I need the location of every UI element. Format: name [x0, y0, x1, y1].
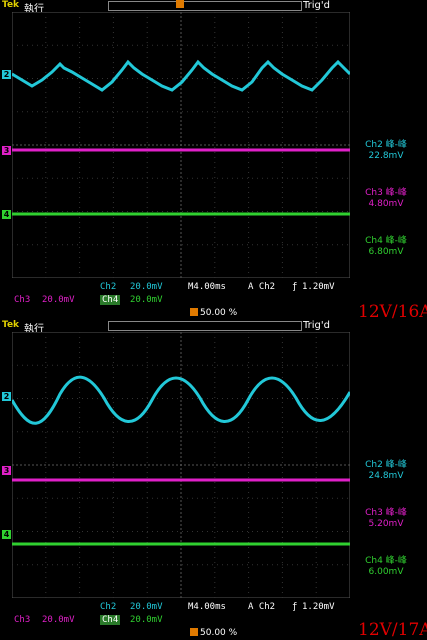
waveform-graticule: [12, 12, 350, 278]
ch4-scale[interactable]: 20.0mV: [130, 615, 163, 625]
ch2-marker[interactable]: 2: [2, 70, 11, 79]
trigger-slope-icon: ƒ: [292, 282, 298, 292]
trigger-position-icon: [190, 308, 198, 316]
ch4-scale[interactable]: 20.0mV: [130, 295, 163, 305]
trigger-level[interactable]: 1.20mV: [302, 602, 335, 612]
measurement-ch4: Ch4 峰-峰 6.00mV: [360, 556, 412, 578]
ch2-scale[interactable]: 20.0mV: [130, 282, 163, 292]
ch3-marker[interactable]: 3: [2, 466, 11, 475]
trigger-level[interactable]: 1.20mV: [302, 282, 335, 292]
measurement-value: 5.20mV: [368, 519, 404, 529]
trigger-position-icon: [176, 0, 184, 8]
waveform-graticule: [12, 332, 350, 598]
condition-label: 12V/17A: [358, 620, 427, 640]
scope-panel-top: Tek 執行 Trig'd 2 3 4 Ch2 峰-峰 22.8mV Ch3 峰…: [0, 0, 427, 322]
trigger-position-bottom: 50.00 %: [190, 628, 237, 638]
settings-bar: Ch2 20.0mV M4.00ms A Ch2 ƒ 1.20mV: [0, 602, 427, 614]
record-view-bar: [108, 321, 302, 331]
measurement-label: Ch4 峰-峰: [365, 236, 407, 246]
tek-logo: Tek: [2, 0, 20, 10]
measurement-label: Ch3 峰-峰: [365, 188, 407, 198]
ch3-label[interactable]: Ch3: [14, 615, 31, 625]
measurement-ch2: Ch2 峰-峰 22.8mV: [360, 140, 412, 162]
ch3-label[interactable]: Ch3: [14, 295, 31, 305]
trigger-position: 50.00 %: [190, 308, 237, 318]
measurement-ch4: Ch4 峰-峰 6.80mV: [360, 236, 412, 258]
ch2-label[interactable]: Ch2: [100, 282, 116, 292]
status-bar: Tek 執行 Trig'd: [0, 320, 427, 335]
trigger-position-value: 50.00 %: [200, 308, 238, 318]
trigger-source[interactable]: A Ch2: [248, 602, 275, 612]
measurement-value: 22.8mV: [368, 151, 404, 161]
ch3-scale[interactable]: 20.0mV: [42, 295, 75, 305]
measurement-value: 6.80mV: [368, 247, 404, 257]
scope-panel-bottom: Tek 執行 Trig'd 50.00 % 2 3 4 Ch2 峰-峰 24.8…: [0, 308, 427, 640]
ch3-scale[interactable]: 20.0mV: [42, 615, 75, 625]
ch3-marker[interactable]: 3: [2, 146, 11, 155]
ch4-marker[interactable]: 4: [2, 210, 11, 219]
record-view-bar: [108, 1, 302, 11]
measurement-ch3: Ch3 峰-峰 5.20mV: [360, 508, 412, 530]
timebase[interactable]: M4.00ms: [188, 602, 226, 612]
ch4-marker[interactable]: 4: [2, 530, 11, 539]
ch2-marker[interactable]: 2: [2, 392, 11, 401]
measurement-label: Ch4 峰-峰: [365, 556, 407, 566]
trigger-status: Trig'd: [303, 320, 330, 331]
trigger-status: Trig'd: [303, 0, 330, 11]
ch4-label[interactable]: Ch4: [100, 615, 121, 625]
measurement-ch2: Ch2 峰-峰 24.8mV: [360, 460, 412, 482]
measurement-label: Ch2 峰-峰: [365, 460, 407, 470]
trigger-source[interactable]: A Ch2: [248, 282, 275, 292]
measurement-value: 24.8mV: [368, 471, 404, 481]
measurement-label: Ch2 峰-峰: [365, 140, 407, 150]
condition-label: 12V/16A: [358, 302, 427, 322]
trigger-position-value: 50.00 %: [200, 628, 238, 638]
measurement-label: Ch3 峰-峰: [365, 508, 407, 518]
measurement-value: 4.80mV: [368, 199, 404, 209]
status-bar: Tek 執行 Trig'd: [0, 0, 427, 15]
trigger-slope-icon: ƒ: [292, 602, 298, 612]
settings-bar: Ch2 20.0mV M4.00ms A Ch2 ƒ 1.20mV: [0, 282, 427, 294]
ch4-label[interactable]: Ch4: [100, 295, 121, 305]
ch2-label[interactable]: Ch2: [100, 602, 116, 612]
tek-logo: Tek: [2, 320, 20, 330]
ch2-scale[interactable]: 20.0mV: [130, 602, 163, 612]
timebase[interactable]: M4.00ms: [188, 282, 226, 292]
trigger-position-icon: [190, 628, 198, 636]
measurement-ch3: Ch3 峰-峰 4.80mV: [360, 188, 412, 210]
measurement-value: 6.00mV: [368, 567, 404, 577]
